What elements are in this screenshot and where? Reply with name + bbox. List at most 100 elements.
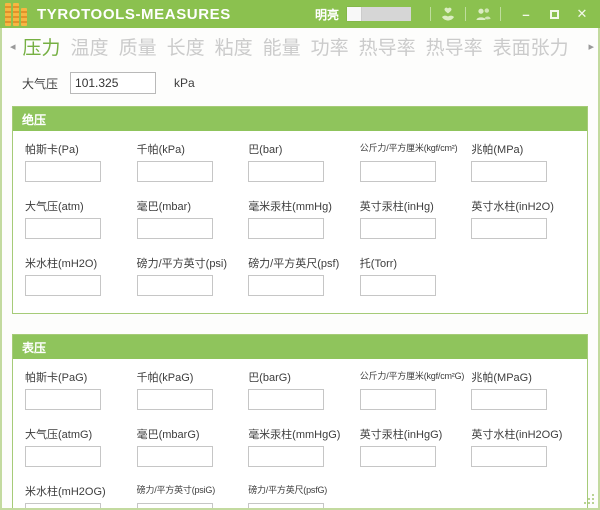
app-window: TYROTOOLS-MEASURES 明亮 – ✕ ◂ 压力 温度 质量 长度 … [0, 0, 600, 510]
unit-field: 英寸汞柱(inHgG) [359, 426, 466, 470]
unit-field-input[interactable] [136, 446, 213, 467]
unit-field-input[interactable] [359, 218, 436, 239]
unit-field: 大气压(atmG) [25, 426, 131, 470]
unit-field-input[interactable] [136, 389, 213, 410]
unit-field: 大气压(atm) [25, 198, 131, 242]
unit-field-input[interactable] [248, 503, 325, 508]
maximize-button[interactable] [544, 5, 564, 23]
titlebar: TYROTOOLS-MEASURES 明亮 – ✕ [0, 0, 600, 28]
section-grid: 帕斯卡(Pa) 千帕(kPa) 巴(bar) 公斤力/平方厘米(kgf/cm²)… [13, 131, 587, 313]
unit-field-label: 巴(barG) [248, 372, 291, 384]
unit-field-input[interactable] [471, 446, 548, 467]
tab-9[interactable]: 表面张力 [493, 33, 569, 60]
tab-4[interactable]: 粘度 [215, 33, 253, 60]
unit-field-label: 英寸水柱(inH2O) [471, 201, 554, 213]
unit-field-input[interactable] [359, 446, 436, 467]
unit-field-input[interactable] [25, 275, 101, 296]
unit-field-input[interactable] [471, 161, 548, 182]
unit-field-input[interactable] [248, 446, 325, 467]
unit-field: 英寸水柱(inH2O) [471, 198, 577, 242]
unit-field: 毫巴(mbar) [136, 198, 243, 242]
section-header: 表压 [13, 335, 587, 359]
unit-field-input[interactable] [359, 161, 436, 182]
unit-field: 巴(bar) [248, 141, 354, 185]
brightness-label: 明亮 [314, 7, 339, 22]
unit-field-label: 帕斯卡(PaG) [25, 372, 88, 384]
separator [465, 7, 466, 21]
unit-field-input[interactable] [25, 161, 101, 182]
unit-field: 磅力/平方英寸(psiG) [136, 483, 243, 508]
unit-field: 巴(barG) [248, 369, 354, 413]
logo-bar [21, 8, 27, 26]
unit-field-label: 兆帕(MPa) [471, 144, 524, 156]
unit-field-label: 公斤力/平方厘米(kgf/cm²) [359, 143, 458, 153]
section-grid: 帕斯卡(PaG) 千帕(kPaG) 巴(barG) 公斤力/平方厘米(kgf/c… [13, 359, 587, 508]
unit-field-input[interactable] [471, 389, 548, 410]
tab-2[interactable]: 质量 [119, 33, 157, 60]
unit-field: 千帕(kPaG) [136, 369, 243, 413]
slider-handle[interactable] [347, 7, 361, 21]
logo-bar [5, 3, 11, 26]
unit-field-input[interactable] [136, 275, 213, 296]
tab-1[interactable]: 温度 [71, 33, 109, 60]
pressure-section: 绝压 帕斯卡(Pa) 千帕(kPa) 巴(bar) 公斤力/平方厘米(kgf/c… [12, 106, 588, 314]
section-header: 绝压 [13, 107, 587, 131]
tab-5[interactable]: 能量 [263, 33, 301, 60]
close-button[interactable]: ✕ [572, 5, 592, 23]
unit-field-input[interactable] [25, 446, 101, 467]
unit-field: 英寸水柱(inH2OG) [471, 426, 577, 470]
unit-field: 英寸汞柱(inHg) [359, 198, 466, 242]
tab-8[interactable]: 热导率 [426, 33, 483, 60]
resize-grip[interactable] [583, 493, 595, 505]
unit-field-label: 兆帕(MPaG) [471, 372, 532, 384]
unit-field-input[interactable] [136, 218, 213, 239]
unit-field-input[interactable] [25, 218, 101, 239]
tabs-scroll-left-icon[interactable]: ◂ [8, 40, 18, 53]
unit-field-input[interactable] [248, 389, 325, 410]
tab-7[interactable]: 热导率 [359, 33, 416, 60]
unit-field: 公斤力/平方厘米(kgf/cm²) [359, 141, 466, 185]
unit-field-label: 托(Torr) [359, 258, 398, 270]
minimize-button[interactable]: – [516, 5, 536, 23]
unit-field-input[interactable] [248, 218, 325, 239]
unit-field-label: 毫米汞柱(mmHgG) [248, 429, 341, 441]
unit-field-input[interactable] [25, 389, 101, 410]
atmospheric-pressure-input[interactable] [70, 72, 157, 94]
users-icon[interactable] [473, 5, 493, 23]
window-title: TYROTOOLS-MEASURES [37, 5, 231, 23]
unit-field-input[interactable] [359, 275, 436, 296]
window-body: ◂ 压力温度质量长度粘度能量功率热导率热导率表面张力 ▸ 大气压 kPa 绝压 … [0, 28, 600, 510]
tab-6[interactable]: 功率 [311, 33, 349, 60]
unit-field: 磅力/平方英寸(psi) [136, 255, 243, 299]
unit-field: 毫米汞柱(mmHgG) [248, 426, 354, 470]
tabs-scroll-right-icon[interactable]: ▸ [586, 40, 596, 53]
brightness-slider[interactable] [347, 7, 411, 21]
unit-field-input[interactable] [248, 275, 325, 296]
hand-heart-icon[interactable] [438, 5, 458, 23]
unit-field-label: 毫巴(mbar) [136, 201, 191, 213]
unit-field-label: 千帕(kPa) [136, 144, 185, 156]
unit-field-label: 磅力/平方英寸(psiG) [136, 485, 216, 495]
atmospheric-pressure-row: 大气压 kPa [22, 72, 588, 94]
unit-field-label: 英寸汞柱(inHgG) [359, 429, 443, 441]
unit-field: 米水柱(mH2OG) [25, 483, 131, 508]
unit-field-input[interactable] [25, 503, 101, 508]
pressure-section: 表压 帕斯卡(PaG) 千帕(kPaG) 巴(barG) 公斤力/平方厘米(kg… [12, 334, 588, 508]
unit-field: 帕斯卡(Pa) [25, 141, 131, 185]
unit-field-input[interactable] [248, 161, 325, 182]
unit-field-input[interactable] [136, 503, 213, 508]
unit-field-label: 毫巴(mbarG) [136, 429, 200, 441]
atmospheric-pressure-label: 大气压 [22, 76, 59, 91]
unit-field-input[interactable] [359, 389, 436, 410]
unit-field-label: 大气压(atmG) [25, 429, 93, 441]
tab-0[interactable]: 压力 [23, 33, 61, 60]
unit-field-input[interactable] [471, 218, 548, 239]
separator [430, 7, 431, 21]
unit-field: 千帕(kPa) [136, 141, 243, 185]
unit-field: 毫米汞柱(mmHg) [248, 198, 354, 242]
unit-field-input[interactable] [136, 161, 213, 182]
unit-field: 帕斯卡(PaG) [25, 369, 131, 413]
unit-field-label: 毫米汞柱(mmHg) [248, 201, 332, 213]
unit-field-label: 米水柱(mH2O) [25, 258, 98, 270]
tab-3[interactable]: 长度 [167, 33, 205, 60]
